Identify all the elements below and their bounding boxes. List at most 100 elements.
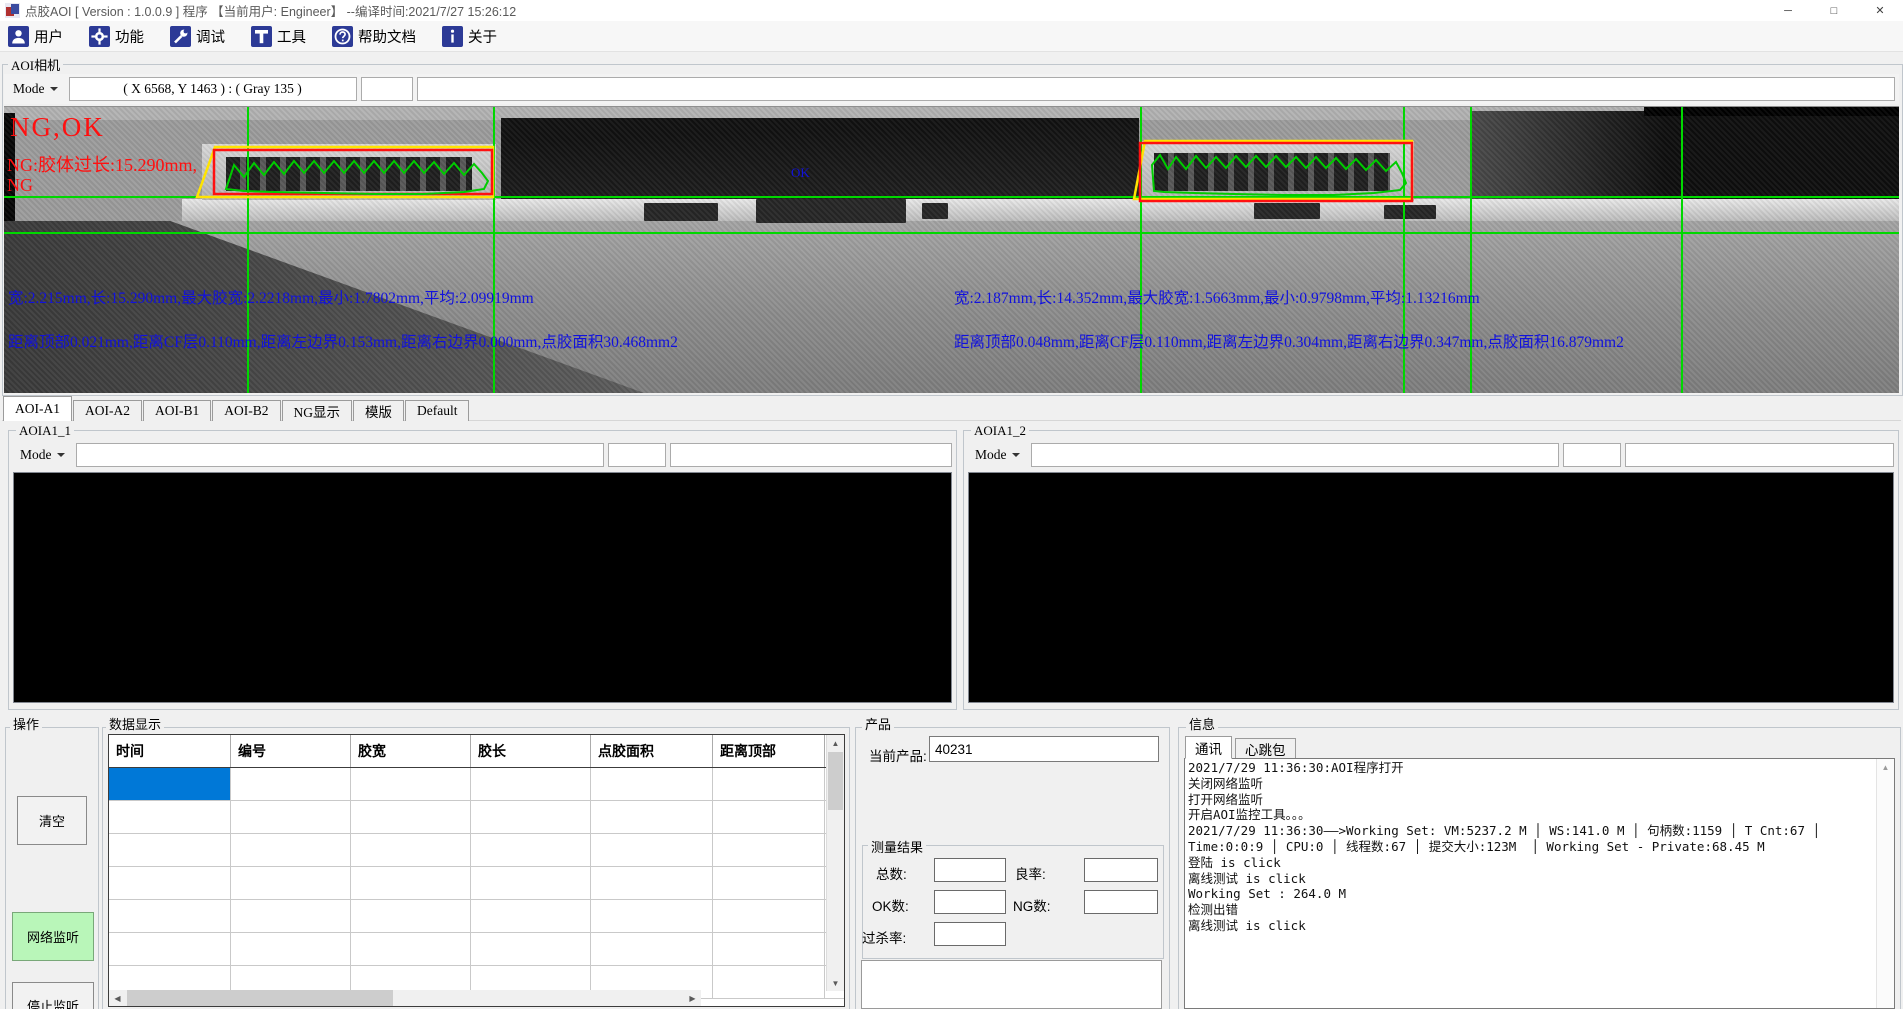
- table-cell[interactable]: [713, 867, 825, 899]
- network-listen-button[interactable]: 网络监听: [12, 912, 94, 961]
- column-header-time[interactable]: 时间: [109, 735, 231, 767]
- toolbar-button-function[interactable]: 功能: [89, 26, 144, 47]
- data-display-group-label: 数据显示: [106, 714, 164, 733]
- scroll-up-icon[interactable]: ▲: [827, 735, 844, 751]
- camera-field-2[interactable]: [361, 77, 413, 101]
- table-cell[interactable]: [351, 933, 471, 965]
- table-cell[interactable]: [471, 933, 591, 965]
- panel2-field-1[interactable]: [1031, 443, 1559, 467]
- toolbar-button-about[interactable]: 关于: [442, 26, 497, 47]
- ng-count-field[interactable]: [1084, 890, 1158, 914]
- toolbar-button-help[interactable]: 帮助文档: [332, 26, 416, 47]
- panel2-field-3[interactable]: [1625, 443, 1895, 467]
- table-cell[interactable]: [231, 768, 351, 800]
- table-cell[interactable]: [231, 834, 351, 866]
- table-cell[interactable]: [591, 834, 713, 866]
- column-header-id[interactable]: 编号: [231, 735, 351, 767]
- table-cell[interactable]: [109, 933, 231, 965]
- table-cell[interactable]: [713, 900, 825, 932]
- tab-ng-display[interactable]: NG显示: [282, 400, 353, 421]
- table-cell[interactable]: [713, 933, 825, 965]
- horizontal-scrollbar[interactable]: ◀ ▶: [109, 990, 701, 1006]
- scroll-up-icon[interactable]: ▲: [1877, 759, 1894, 775]
- column-header-top-distance[interactable]: 距离顶部: [713, 735, 825, 767]
- camera-field-3[interactable]: [417, 77, 1896, 101]
- panel2-field-2[interactable]: [1563, 443, 1621, 467]
- column-header-glue-width[interactable]: 胶宽: [351, 735, 471, 767]
- table-cell[interactable]: [591, 801, 713, 833]
- toolbar-button-user[interactable]: 用户: [8, 26, 63, 47]
- table-cell[interactable]: [591, 768, 713, 800]
- panel2-image-view[interactable]: [968, 472, 1894, 703]
- total-count-field[interactable]: [934, 858, 1006, 882]
- table-cell[interactable]: [109, 900, 231, 932]
- vertical-scrollbar[interactable]: ▲ ▼: [826, 735, 844, 991]
- hammer-icon: [251, 26, 272, 47]
- column-header-glue-area[interactable]: 点胶面积: [591, 735, 713, 767]
- stop-listen-button[interactable]: 停止监听: [12, 982, 94, 1009]
- tab-template[interactable]: 模版: [353, 400, 404, 421]
- table-cell[interactable]: [471, 867, 591, 899]
- table-cell[interactable]: [351, 900, 471, 932]
- table-cell[interactable]: [471, 801, 591, 833]
- column-header-glue-length[interactable]: 胶长: [471, 735, 591, 767]
- camera-mode-dropdown[interactable]: Mode: [6, 79, 65, 99]
- toolbar-button-debug[interactable]: 调试: [170, 26, 225, 47]
- ok-flag-text: OK: [791, 165, 810, 181]
- scroll-down-icon[interactable]: ▼: [827, 975, 844, 991]
- minimize-button[interactable]: ─: [1765, 0, 1811, 21]
- table-cell[interactable]: [713, 834, 825, 866]
- current-product-input[interactable]: [929, 736, 1159, 762]
- table-cell-selected[interactable]: [109, 768, 231, 800]
- table-cell[interactable]: [351, 867, 471, 899]
- overkill-rate-field[interactable]: [934, 922, 1006, 946]
- communication-log[interactable]: 2021/7/29 11:36:30:AOI程序打开 关闭网络监听 打开网络监听…: [1184, 758, 1895, 1009]
- close-button[interactable]: ✕: [1857, 0, 1903, 21]
- tab-heartbeat[interactable]: 心跳包: [1235, 738, 1296, 759]
- table-cell[interactable]: [351, 801, 471, 833]
- tab-aoi-b2[interactable]: AOI-B2: [212, 400, 280, 421]
- table-cell[interactable]: [591, 867, 713, 899]
- table-cell[interactable]: [351, 834, 471, 866]
- tab-default[interactable]: Default: [405, 400, 469, 421]
- maximize-button[interactable]: □: [1811, 0, 1857, 21]
- table-cell[interactable]: [591, 900, 713, 932]
- table-cell[interactable]: [231, 801, 351, 833]
- table-cell[interactable]: [109, 867, 231, 899]
- scrollbar-thumb[interactable]: [828, 752, 843, 810]
- panel2-mode-dropdown[interactable]: Mode: [968, 445, 1027, 465]
- camera-image-view[interactable]: NG,OK NG:胶体过长:15.290mm, NG OK 宽:2.215mm,…: [4, 106, 1899, 393]
- panel1-image-view[interactable]: [13, 472, 952, 703]
- panel1-field-2[interactable]: [608, 443, 666, 467]
- panel1-mode-dropdown[interactable]: Mode: [13, 445, 72, 465]
- product-notes-box[interactable]: [861, 960, 1162, 1009]
- tab-communication[interactable]: 通讯: [1185, 736, 1232, 759]
- table-cell[interactable]: [713, 801, 825, 833]
- ok-count-field[interactable]: [934, 890, 1006, 914]
- table-cell[interactable]: [231, 867, 351, 899]
- table-cell[interactable]: [351, 768, 471, 800]
- table-cell[interactable]: [471, 834, 591, 866]
- tab-aoi-a2[interactable]: AOI-A2: [73, 400, 142, 421]
- table-cell[interactable]: [713, 966, 825, 998]
- table-cell[interactable]: [471, 768, 591, 800]
- table-cell[interactable]: [109, 801, 231, 833]
- table-cell[interactable]: [109, 834, 231, 866]
- scroll-right-icon[interactable]: ▶: [684, 990, 701, 1006]
- panel1-field-1[interactable]: [76, 443, 604, 467]
- toolbar-button-tools[interactable]: 工具: [251, 26, 306, 47]
- clear-button[interactable]: 清空: [17, 796, 87, 845]
- table-cell[interactable]: [591, 933, 713, 965]
- scroll-left-icon[interactable]: ◀: [109, 990, 126, 1006]
- table-row: [109, 801, 844, 834]
- tab-aoi-b1[interactable]: AOI-B1: [143, 400, 211, 421]
- table-cell[interactable]: [713, 768, 825, 800]
- table-cell[interactable]: [231, 900, 351, 932]
- table-cell[interactable]: [471, 900, 591, 932]
- yield-rate-field[interactable]: [1084, 858, 1158, 882]
- panel1-field-3[interactable]: [670, 443, 953, 467]
- scrollbar-thumb[interactable]: [127, 990, 393, 1006]
- table-cell[interactable]: [231, 933, 351, 965]
- log-vertical-scrollbar[interactable]: ▲: [1876, 759, 1894, 1008]
- tab-aoi-a1[interactable]: AOI-A1: [3, 396, 72, 421]
